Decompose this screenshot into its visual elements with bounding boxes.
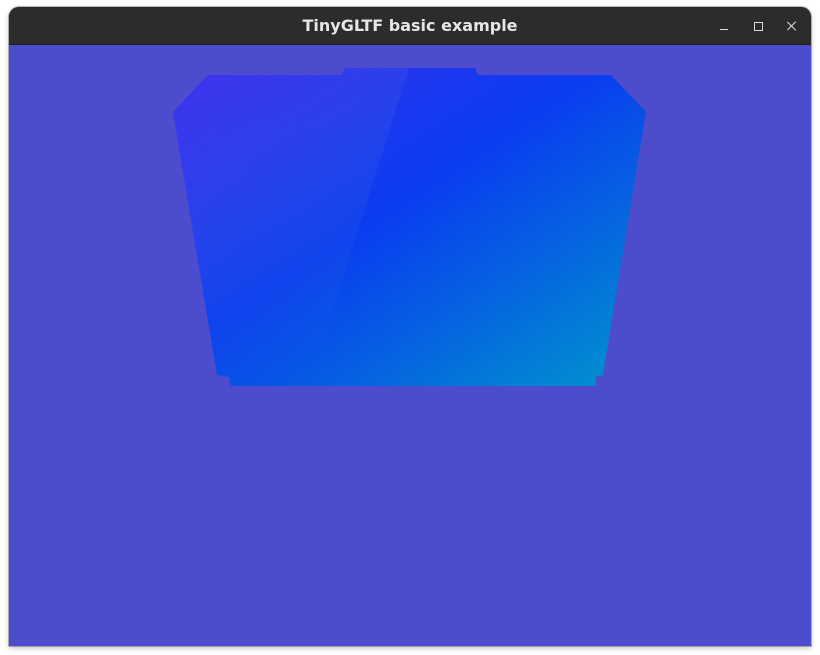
render-canvas <box>9 45 811 646</box>
app-window: TinyGLTF basic example <box>9 7 811 646</box>
minimize-button[interactable] <box>711 13 737 39</box>
close-icon <box>787 21 797 31</box>
window-title: TinyGLTF basic example <box>302 16 518 35</box>
maximize-button[interactable] <box>745 13 771 39</box>
gl-viewport[interactable] <box>9 45 811 646</box>
maximize-icon <box>753 21 763 31</box>
title-bar[interactable]: TinyGLTF basic example <box>9 7 811 45</box>
minimize-icon <box>720 28 728 30</box>
close-button[interactable] <box>779 13 805 39</box>
